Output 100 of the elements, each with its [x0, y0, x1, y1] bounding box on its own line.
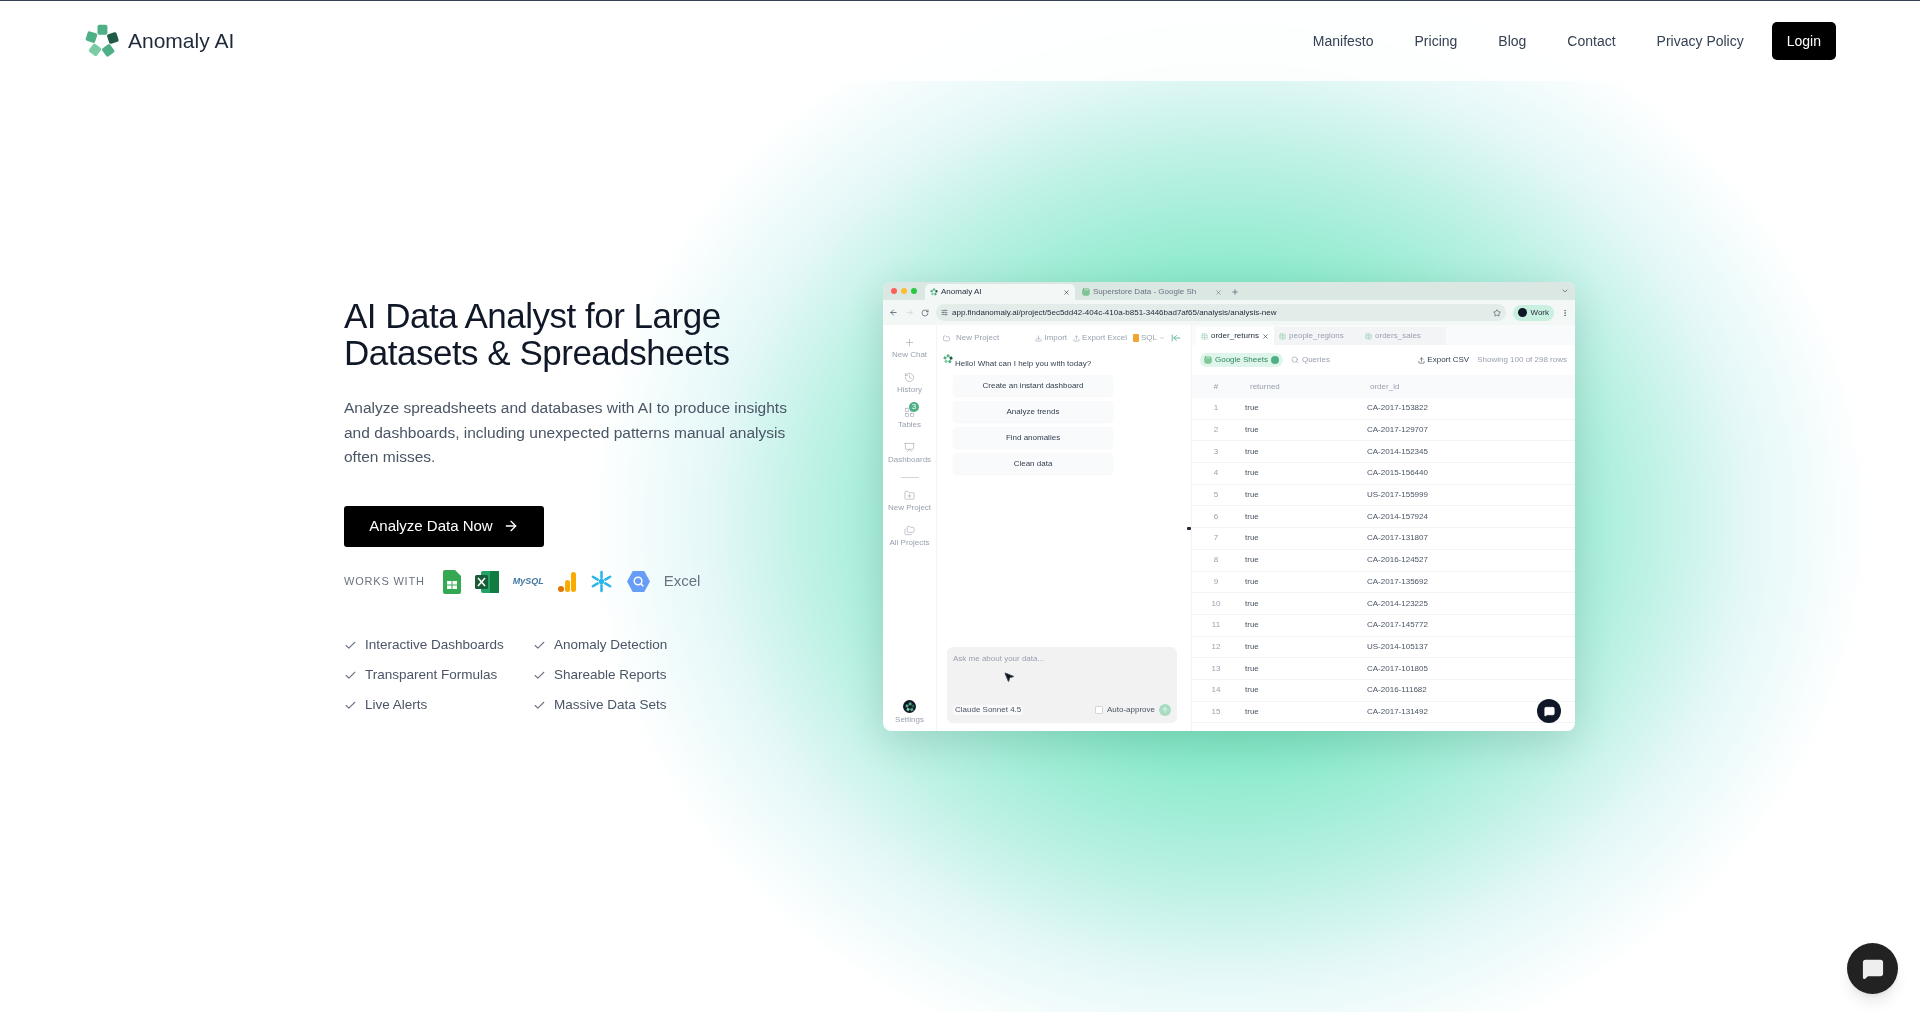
- feature-item: Transparent Formulas: [365, 666, 498, 685]
- reload-icon[interactable]: [921, 308, 929, 317]
- chat-input-box[interactable]: Ask me about your data... Claude Sonnet 4.5 Auto-approve: [947, 647, 1177, 723]
- suggestion-button[interactable]: Clean data: [953, 453, 1113, 474]
- model-selector[interactable]: Claude Sonnet 4.5: [953, 705, 1024, 715]
- more-icon[interactable]: [1561, 308, 1569, 317]
- login-button[interactable]: Login: [1771, 22, 1836, 60]
- table-cell-text: 4: [1212, 468, 1220, 479]
- table-cell-text: CA-2017-129707: [1366, 425, 1428, 436]
- check-icon: [344, 699, 357, 712]
- table-cell-text: 2: [1212, 425, 1220, 436]
- profile-avatar: [1518, 308, 1528, 317]
- chat-bubble-button[interactable]: [1537, 699, 1561, 723]
- feature-item: Live Alerts: [365, 696, 428, 715]
- arrow-up-icon: [1161, 706, 1169, 714]
- table-cell-text: true: [1244, 425, 1260, 436]
- download-icon: [1035, 334, 1043, 342]
- chat-icon: [1543, 705, 1555, 717]
- folder-plus-icon: [904, 490, 915, 501]
- project-name: New Project: [956, 333, 1001, 343]
- address-field[interactable]: app.findanomaly.ai/project/5ec5dd42-404c-410a-b851-3446bad7af65/analysis/analysis-new: [936, 304, 1507, 321]
- site-settings-icon: [941, 309, 948, 316]
- chat-input-placeholder: Ask me about your data...: [953, 654, 1046, 664]
- source-chip[interactable]: Google Sheets: [1200, 353, 1283, 367]
- table-cell-text: true: [1244, 598, 1260, 609]
- table-cell-text: 11: [1210, 620, 1222, 631]
- chevron-down-icon[interactable]: [1561, 287, 1569, 295]
- table-cell-text: true: [1244, 685, 1260, 696]
- table-icon: [1201, 332, 1208, 340]
- table-cell-text: true: [1244, 446, 1260, 457]
- nav-link[interactable]: Privacy Policy: [1656, 30, 1744, 52]
- table-cell-text: true: [1244, 620, 1260, 631]
- check-icon: [344, 639, 357, 652]
- logo-icon: [930, 288, 938, 296]
- search-icon: [1290, 356, 1299, 364]
- check-icon: [533, 699, 546, 712]
- auto-approve-checkbox[interactable]: [1094, 706, 1103, 714]
- new-tab-icon[interactable]: [1231, 288, 1239, 296]
- file-icon: [1133, 334, 1139, 342]
- feature-item: Interactive Dashboards: [365, 636, 504, 655]
- table-cell-text: CA-2014-123225: [1366, 598, 1428, 609]
- table-cell-text: CA-2015-156440: [1366, 468, 1428, 479]
- table-cell-text: 6: [1212, 511, 1220, 522]
- chat-icon: [1861, 957, 1884, 980]
- table-cell-text: 9: [1212, 576, 1220, 587]
- table-icon: [1279, 332, 1287, 340]
- table-cell-text: US-2014-105137: [1366, 641, 1428, 652]
- suggestion-button[interactable]: Create an instant dashboard: [953, 375, 1113, 396]
- table-cell-text: 7: [1212, 533, 1220, 544]
- sheet-icon: [1204, 356, 1212, 364]
- works-with-label: WORKS WITH: [344, 574, 425, 590]
- collapse-panel-icon[interactable]: [1171, 333, 1181, 343]
- browser-tab[interactable]: Superstore Data - Google Sh: [1077, 284, 1227, 300]
- export-csv-button[interactable]: Export CSV: [1418, 355, 1470, 365]
- close-icon: [1063, 288, 1070, 296]
- table-cell-text: 8: [1212, 555, 1220, 566]
- table-cell-text: 15: [1210, 706, 1222, 717]
- table-icon: [1365, 332, 1373, 340]
- hero-heading: AI Data Analyst for Large Datasets & Spreadsheets: [344, 297, 731, 371]
- column-header: returned: [1249, 381, 1281, 392]
- snowflake-icon: [589, 570, 613, 593]
- nav-link[interactable]: Pricing: [1414, 30, 1458, 52]
- logo-icon: [84, 23, 120, 59]
- check-icon: [344, 669, 357, 682]
- resize-handle-icon[interactable]: [1187, 526, 1191, 530]
- star-icon[interactable]: [1493, 308, 1502, 317]
- upload-icon: [1073, 334, 1081, 342]
- count-badge: 3: [909, 402, 920, 412]
- sheet-icon: [1082, 288, 1090, 296]
- suggestion-button[interactable]: Analyze trends: [953, 401, 1113, 422]
- close-icon: [1262, 332, 1270, 340]
- brand-name[interactable]: Anomaly AI: [128, 25, 235, 57]
- folders-icon: [904, 525, 915, 536]
- table-cell-text: CA-2017-131807: [1366, 533, 1428, 544]
- table-cell-text: 12: [1210, 641, 1222, 652]
- table-cell-text: CA-2017-153822: [1366, 403, 1428, 414]
- column-header: order_id: [1369, 381, 1400, 392]
- check-icon: [533, 639, 546, 652]
- nav-link[interactable]: Manifesto: [1312, 30, 1374, 52]
- chevron-down-icon: [1159, 335, 1165, 341]
- url-text: app.findanomaly.ai/project/5ec5dd42-404c-410a-b851-3446bad7af65/analysis/analysis-new: [952, 307, 1278, 318]
- nav-link[interactable]: Blog: [1498, 30, 1527, 52]
- feature-item: Massive Data Sets: [554, 696, 667, 715]
- table-tab[interactable]: order_returns: [1196, 327, 1275, 345]
- folder-icon: [943, 334, 950, 342]
- analyze-data-button[interactable]: Analyze Data Now: [344, 505, 544, 547]
- logo-icon: [943, 354, 953, 364]
- profile-chip[interactable]: Work: [1513, 304, 1554, 321]
- table-cell-text: 14: [1210, 685, 1222, 696]
- browser-tab[interactable]: Anomaly AI: [925, 284, 1075, 300]
- upload-icon: [1418, 356, 1426, 364]
- table-cell-text: true: [1244, 576, 1260, 587]
- table-cell-text: true: [1244, 490, 1260, 501]
- suggestion-button[interactable]: Find anomalies: [953, 427, 1113, 448]
- back-icon[interactable]: [889, 308, 898, 317]
- table-cell-text: CA-2017-135692: [1366, 576, 1428, 587]
- bar-chart-icon: [557, 571, 576, 592]
- column-header: #: [1212, 381, 1220, 392]
- feature-item: Anomaly Detection: [554, 636, 668, 655]
- nav-link[interactable]: Contact: [1567, 30, 1616, 52]
